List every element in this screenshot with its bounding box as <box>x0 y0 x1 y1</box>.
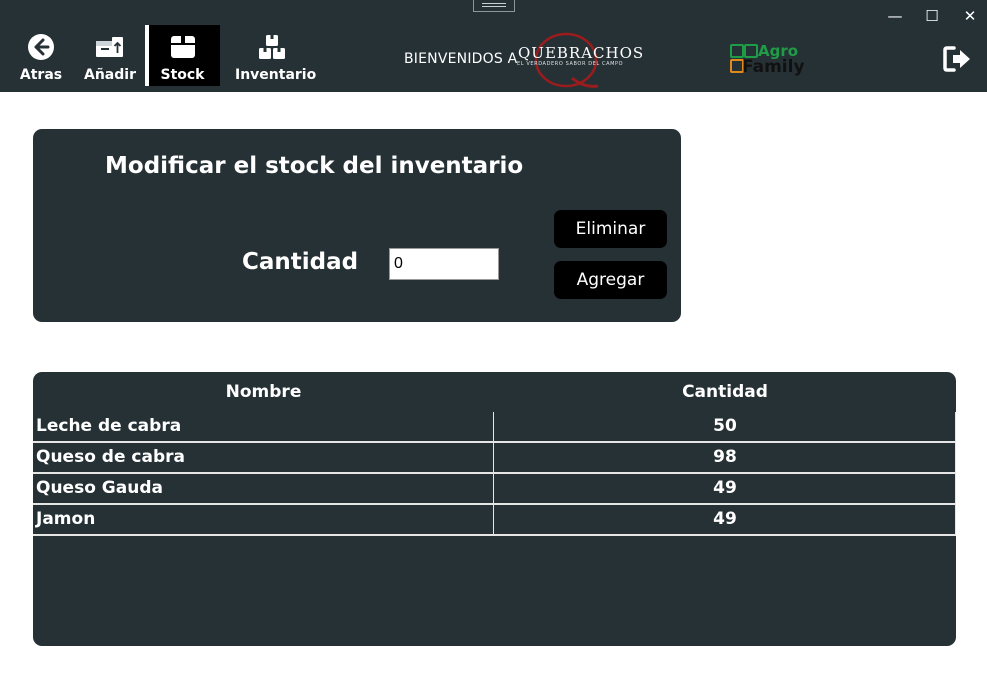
welcome-text: BIENVENIDOS A <box>404 51 518 67</box>
nav-anadir[interactable]: Añadir <box>82 25 138 86</box>
cell-quantity: 50 <box>713 416 737 436</box>
back-arrow-icon <box>16 33 66 61</box>
logo-tagline: EL VERDADERO SABOR DEL CAMPO <box>517 61 624 67</box>
quantity-input[interactable] <box>389 248 499 280</box>
table-row[interactable]: Jamon 49 <box>33 505 956 536</box>
cell-quantity: 49 <box>713 509 737 529</box>
row-divider <box>33 534 956 536</box>
top-navigation-bar: — ☐ ✕ Atras Añadir Stock Inventario BIEN… <box>0 0 987 92</box>
stacked-boxes-icon <box>235 33 309 61</box>
quantity-label: Cantidad <box>242 249 359 275</box>
cell-name: Leche de cabra <box>36 416 182 436</box>
drag-grip-handle[interactable] <box>473 0 515 12</box>
nav-atras[interactable]: Atras <box>16 25 66 86</box>
cell-divider <box>955 412 956 441</box>
nav-label: Añadir <box>84 67 136 83</box>
column-header-cantidad[interactable]: Cantidad <box>494 382 956 402</box>
nav-inventario[interactable]: Inventario <box>235 25 317 86</box>
table-row[interactable]: Queso de cabra 98 <box>33 443 956 474</box>
logo-family-text: Family <box>742 57 805 77</box>
logo-square-icon <box>744 44 758 58</box>
cell-name: Jamon <box>36 509 96 529</box>
stock-modify-panel: Modificar el stock del inventario Cantid… <box>33 129 681 322</box>
close-button[interactable]: ✕ <box>958 6 982 26</box>
column-header-nombre[interactable]: Nombre <box>33 382 494 402</box>
minimize-button[interactable]: — <box>883 6 907 26</box>
nav-label: Inventario <box>235 67 317 83</box>
maximize-button[interactable]: ☐ <box>920 6 944 26</box>
logo-square-icon <box>730 44 744 58</box>
quebrachos-logo: QUEBRACHOS EL VERDADERO SABOR DEL CAMPO <box>514 30 643 90</box>
delete-button[interactable]: Eliminar <box>554 210 667 248</box>
nav-stock[interactable]: Stock <box>145 25 220 86</box>
nav-label: Atras <box>19 67 63 83</box>
table-body: Leche de cabra 50 Queso de cabra 98 Ques… <box>33 412 956 536</box>
cell-name: Queso de cabra <box>36 447 185 467</box>
table-row[interactable]: Leche de cabra 50 <box>33 412 956 443</box>
cell-quantity: 49 <box>713 478 737 498</box>
cell-divider <box>955 474 956 503</box>
add-box-icon <box>82 33 138 61</box>
box-icon <box>145 33 220 61</box>
cell-quantity: 98 <box>713 447 737 467</box>
logout-icon[interactable] <box>942 44 974 74</box>
logo-name: QUEBRACHOS <box>518 44 645 62</box>
cell-name: Queso Gauda <box>36 478 163 498</box>
add-button[interactable]: Agregar <box>554 261 667 299</box>
inventory-table: Nombre Cantidad Leche de cabra 50 Queso … <box>33 372 956 646</box>
agrofamily-logo: Agro Family <box>728 42 808 78</box>
nav-label: Stock <box>160 67 205 83</box>
cell-divider <box>955 505 956 534</box>
panel-title: Modificar el stock del inventario <box>105 153 524 179</box>
cell-divider <box>955 443 956 472</box>
table-row[interactable]: Queso Gauda 49 <box>33 474 956 505</box>
